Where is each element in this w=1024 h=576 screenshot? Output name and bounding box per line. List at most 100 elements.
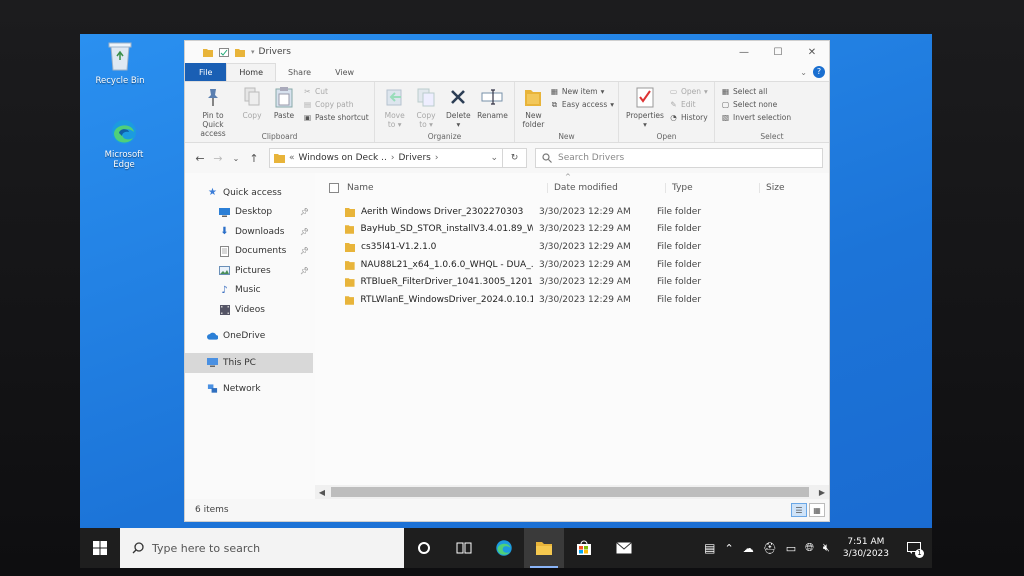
nav-music[interactable]: ♪ Music: [185, 281, 315, 301]
table-row[interactable]: RTBlueR_FilterDriver_1041.3005_1201... 3…: [315, 273, 829, 291]
start-button[interactable]: [80, 541, 120, 555]
refresh-button[interactable]: ↻: [503, 148, 527, 168]
paste-button[interactable]: Paste: [269, 85, 299, 120]
nav-videos[interactable]: Videos: [185, 300, 315, 320]
news-widget-icon[interactable]: ▤: [704, 541, 715, 555]
task-view-button[interactable]: [444, 528, 484, 568]
column-type[interactable]: Type: [665, 183, 759, 193]
onedrive-tray-icon[interactable]: ☁: [743, 542, 754, 555]
nav-downloads[interactable]: ⬇ Downloads 📌︎: [185, 222, 315, 242]
nav-this-pc[interactable]: This PC: [185, 353, 313, 373]
select-all-button[interactable]: ▦ Select all: [721, 87, 791, 97]
new-item-button[interactable]: ▦ New item ▾: [550, 87, 614, 97]
table-row[interactable]: BayHub_SD_STOR_installV3.4.01.89_W... 3/…: [315, 221, 829, 239]
tab-file[interactable]: File: [185, 63, 227, 81]
invert-selection-button[interactable]: ▧ Invert selection: [721, 113, 791, 123]
nav-onedrive[interactable]: OneDrive: [185, 327, 315, 347]
open-button[interactable]: ▭ Open ▾: [669, 87, 708, 97]
table-row[interactable]: cs35l41-V1.2.1.0 3/30/2023 12:29 AM File…: [315, 238, 829, 256]
desktop-icon-edge[interactable]: Microsoft Edge: [94, 118, 154, 170]
network-globe-icon[interactable]: 🌐︎: [805, 541, 814, 555]
breadcrumb-chevron-icon[interactable]: ›: [391, 153, 395, 163]
properties-quick-icon[interactable]: [219, 47, 229, 57]
desktop-icon-label: Microsoft Edge: [104, 150, 144, 170]
column-name[interactable]: Name: [347, 183, 547, 193]
maximize-button[interactable]: ☐: [761, 47, 795, 58]
address-bar[interactable]: « Windows on Deck .. › Drivers › ⌄: [269, 148, 503, 168]
show-hidden-icons-button[interactable]: ⌃: [725, 542, 734, 555]
taskbar-search-box[interactable]: Type here to search: [120, 528, 404, 568]
history-button[interactable]: ◔ History: [669, 113, 708, 123]
taskbar-file-explorer[interactable]: [524, 528, 564, 568]
help-icon[interactable]: ?: [813, 66, 825, 78]
select-none-button[interactable]: ▢ Select none: [721, 100, 791, 110]
expand-ribbon-icon[interactable]: ⌄: [800, 68, 807, 77]
move-to-button[interactable]: Move to ▾: [381, 85, 408, 129]
copy-path-button[interactable]: ▤ Copy path: [303, 100, 369, 110]
search-input[interactable]: Search Drivers: [535, 148, 823, 168]
nav-documents[interactable]: Documents 📌︎: [185, 242, 315, 262]
nav-pictures[interactable]: Pictures 📌︎: [185, 261, 315, 281]
table-row[interactable]: NAU88L21_x64_1.0.6.0_WHQL - DUA_... 3/30…: [315, 256, 829, 274]
column-date-modified[interactable]: Date modified: [547, 183, 665, 193]
table-row[interactable]: RTLWlanE_WindowsDriver_2024.0.10.1... 3/…: [315, 291, 829, 309]
tab-view[interactable]: View: [323, 63, 366, 81]
recent-locations-button[interactable]: ⌄: [227, 154, 245, 163]
details-view-button[interactable]: ☰: [791, 503, 807, 517]
group-select: ▦ Select all ▢ Select none ▧ Invert selecti…: [715, 82, 829, 142]
copy-to-button[interactable]: Copy to ▾: [412, 85, 439, 129]
nav-network[interactable]: Network: [185, 380, 315, 400]
clock[interactable]: 7:51 AM 3/30/2023: [839, 536, 893, 560]
properties-button[interactable]: Properties ▾: [625, 85, 665, 129]
group-label: Open: [656, 132, 677, 141]
rename-button[interactable]: Rename: [477, 85, 508, 120]
desktop-icon-recycle-bin[interactable]: Recycle Bin: [88, 40, 152, 86]
breadcrumb-item-current[interactable]: Drivers: [398, 153, 430, 163]
pin-to-quick-access-button[interactable]: Pin to Quick access: [191, 85, 235, 138]
pin-icon: 📌︎: [300, 266, 309, 275]
scrollbar-thumb[interactable]: [331, 487, 809, 497]
new-item-icon: ▦: [550, 87, 558, 96]
taskbar-edge[interactable]: [484, 528, 524, 568]
horizontal-scrollbar[interactable]: ◀ ▶: [315, 485, 829, 499]
volume-muted-icon[interactable]: 🔇︎: [823, 541, 830, 555]
folder-icon: [345, 278, 355, 287]
cortana-button[interactable]: [404, 528, 444, 568]
recycle-bin-icon: [108, 42, 132, 71]
back-button[interactable]: ←: [191, 152, 209, 165]
address-dropdown-icon[interactable]: ⌄: [490, 153, 498, 163]
breadcrumb-chevron-icon[interactable]: ›: [435, 153, 439, 163]
up-button[interactable]: ↑: [245, 152, 263, 165]
scroll-left-icon[interactable]: ◀: [315, 488, 329, 497]
tab-share[interactable]: Share: [276, 63, 323, 81]
new-folder-button[interactable]: New folder: [521, 85, 546, 129]
easy-access-button[interactable]: ⧉ Easy access ▾: [550, 100, 614, 110]
headset-tray-icon[interactable]: ⛑︎: [763, 542, 777, 555]
table-row[interactable]: Aerith Windows Driver_2302270303 3/30/20…: [315, 203, 829, 221]
nav-desktop[interactable]: Desktop 📌︎: [185, 203, 315, 223]
delete-button[interactable]: Delete ▾: [444, 85, 473, 129]
pictures-icon: [219, 266, 230, 276]
large-icons-view-button[interactable]: ▦: [809, 503, 825, 517]
edit-button[interactable]: ✎ Edit: [669, 100, 708, 110]
minimize-button[interactable]: —: [727, 47, 761, 58]
cut-button[interactable]: ✂ Cut: [303, 87, 369, 97]
taskbar-mail[interactable]: [604, 528, 644, 568]
breadcrumb-overflow[interactable]: «: [289, 153, 295, 163]
forward-button[interactable]: →: [209, 152, 227, 165]
tab-home[interactable]: Home: [226, 63, 277, 81]
column-size[interactable]: Size: [759, 183, 829, 193]
scroll-right-icon[interactable]: ▶: [815, 488, 829, 497]
breadcrumb-item[interactable]: Windows on Deck ..: [299, 153, 387, 163]
rename-icon: [481, 89, 503, 105]
taskbar-store[interactable]: [564, 528, 604, 568]
new-folder-quick-icon[interactable]: [235, 48, 245, 57]
copy-button[interactable]: Copy: [239, 85, 265, 120]
customize-quick-access-icon[interactable]: ▾: [251, 48, 255, 56]
select-all-checkbox[interactable]: [329, 183, 339, 193]
battery-icon[interactable]: ▭: [786, 542, 796, 555]
nav-quick-access[interactable]: ★ Quick access: [185, 183, 315, 203]
close-button[interactable]: ✕: [795, 47, 829, 58]
paste-shortcut-button[interactable]: ▣ Paste shortcut: [303, 113, 369, 123]
action-center-button[interactable]: 1: [902, 542, 926, 558]
